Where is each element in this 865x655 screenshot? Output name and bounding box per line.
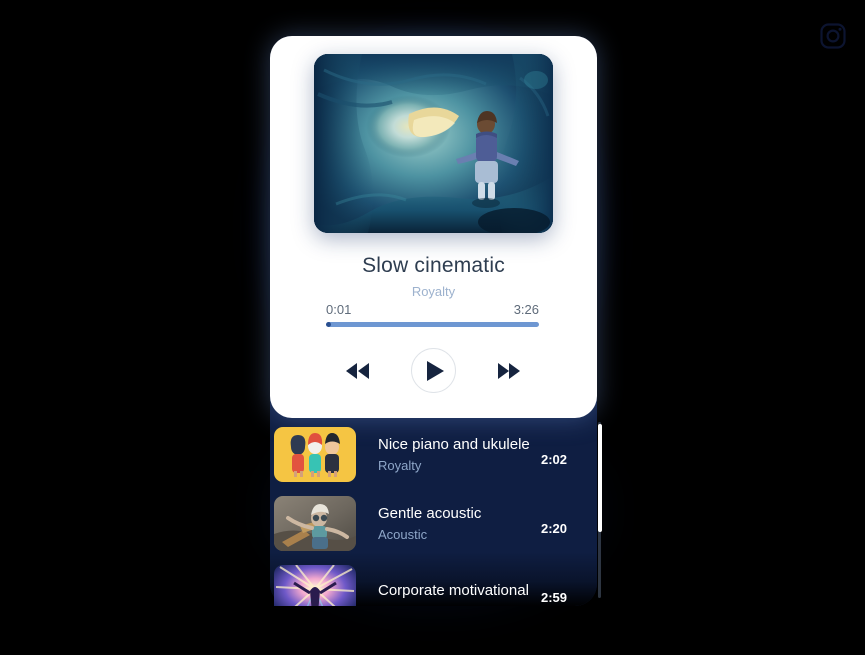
app-root: Slow cinematic Royalty 0:01 3:26 Nice pi… xyxy=(0,0,865,655)
track-duration: 2:20 xyxy=(540,521,567,536)
now-playing-card: Slow cinematic Royalty 0:01 3:26 xyxy=(270,36,597,418)
list-item[interactable]: Gentle acoustic Acoustic 2:20 xyxy=(270,489,597,558)
playlist-scrollbar-thumb[interactable] xyxy=(598,424,602,532)
track-duration: 2:02 xyxy=(540,452,567,467)
list-item[interactable]: Nice piano and ukulele Royalty 2:02 xyxy=(270,420,597,489)
track-duration: 2:59 xyxy=(540,590,567,605)
track-title: Gentle acoustic xyxy=(378,505,482,522)
track-meta: Gentle acoustic Acoustic xyxy=(356,505,541,542)
progress-bar[interactable] xyxy=(326,322,539,327)
track-thumbnail xyxy=(274,496,356,551)
track-title: Corporate motivational xyxy=(378,581,529,599)
now-playing-title: Slow cinematic xyxy=(362,254,505,277)
total-duration: 3:26 xyxy=(513,302,539,317)
progress-fill xyxy=(326,322,332,327)
play-button[interactable] xyxy=(411,348,456,393)
track-meta: Nice piano and ukulele Royalty xyxy=(356,436,541,473)
instagram-icon[interactable] xyxy=(819,22,847,50)
track-thumbnail xyxy=(274,427,356,482)
track-genre: Acoustic xyxy=(378,527,428,542)
album-art xyxy=(314,54,553,233)
track-thumbnail xyxy=(274,565,356,606)
now-playing-genre: Royalty xyxy=(411,284,456,299)
list-item[interactable]: Corporate motivational 2:59 xyxy=(270,558,597,606)
playlist[interactable]: Nice piano and ukulele Royalty 2:02 Gent… xyxy=(270,420,597,606)
fast-forward-icon[interactable] xyxy=(496,358,522,384)
rewind-icon[interactable] xyxy=(345,358,371,384)
time-row: 0:01 3:26 xyxy=(326,302,539,317)
playback-controls xyxy=(270,348,597,393)
track-genre: Royalty xyxy=(378,458,422,473)
elapsed-time: 0:01 xyxy=(326,302,352,317)
track-title: Nice piano and ukulele xyxy=(378,436,530,453)
track-meta: Corporate motivational xyxy=(356,582,541,604)
